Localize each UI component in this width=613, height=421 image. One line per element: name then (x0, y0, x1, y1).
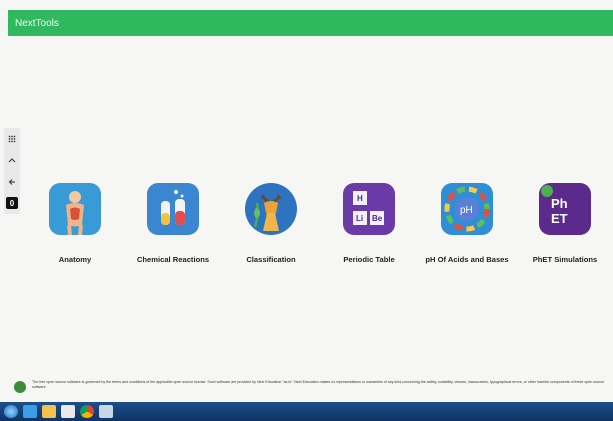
app-title-bar: NextTools (8, 10, 613, 36)
tile-phet-simulations[interactable]: Ph ET PhET Simulations (510, 183, 613, 273)
tile-periodic-table[interactable]: H Li Be Periodic Table (314, 183, 424, 273)
tile-label: Classification (246, 255, 296, 264)
disclaimer-text: The free open source software is governe… (32, 380, 605, 390)
periodic-cell-li: Li (356, 214, 363, 223)
svg-text:Ph: Ph (551, 196, 568, 211)
chrome-icon[interactable] (80, 405, 94, 418)
zero-badge[interactable]: 0 (6, 197, 18, 210)
grid-icon[interactable] (6, 133, 18, 145)
folder-icon[interactable] (42, 405, 56, 418)
media-icon[interactable] (61, 405, 75, 418)
tile-label: Chemical Reactions (136, 255, 210, 264)
tile-ph-acids-bases[interactable]: pH pH Of Acids and Bases (412, 183, 522, 273)
tile-label: Periodic Table (343, 255, 395, 264)
phet-icon[interactable]: Ph ET (539, 183, 591, 235)
svg-text:ET: ET (551, 211, 568, 226)
back-arrow-icon[interactable] (6, 176, 18, 188)
footer-disclaimer: The free open source software is governe… (14, 380, 613, 398)
tool-grid: Anatomy Chemical Reactions Classificatio (20, 183, 613, 273)
ph-scale-icon[interactable]: pH (441, 183, 493, 235)
chevron-up-icon[interactable] (6, 154, 18, 166)
os-taskbar (0, 402, 613, 421)
side-rail: 0 (4, 128, 20, 214)
app-icon[interactable] (99, 405, 113, 418)
next-education-logo-icon (14, 381, 26, 393)
app-title: NextTools (15, 17, 59, 29)
chemistry-flask-icon[interactable] (147, 183, 199, 235)
tile-label: Anatomy (58, 255, 92, 264)
tile-chemical-reactions[interactable]: Chemical Reactions (118, 183, 228, 273)
internet-explorer-icon[interactable] (23, 405, 37, 418)
periodic-cell-h: H (357, 194, 363, 203)
periodic-table-icon[interactable]: H Li Be (343, 183, 395, 235)
deer-classification-icon[interactable] (245, 183, 297, 235)
tile-classification[interactable]: Classification (216, 183, 326, 273)
periodic-cell-be: Be (372, 214, 383, 223)
tile-anatomy[interactable]: Anatomy (20, 183, 130, 273)
tile-label: PhET Simulations (532, 255, 598, 264)
tile-label: pH Of Acids and Bases (425, 255, 509, 264)
system-tray[interactable] (565, 406, 605, 415)
anatomy-icon[interactable] (49, 183, 101, 235)
ph-badge-text: pH (460, 205, 473, 216)
start-orb-icon[interactable] (4, 405, 18, 418)
